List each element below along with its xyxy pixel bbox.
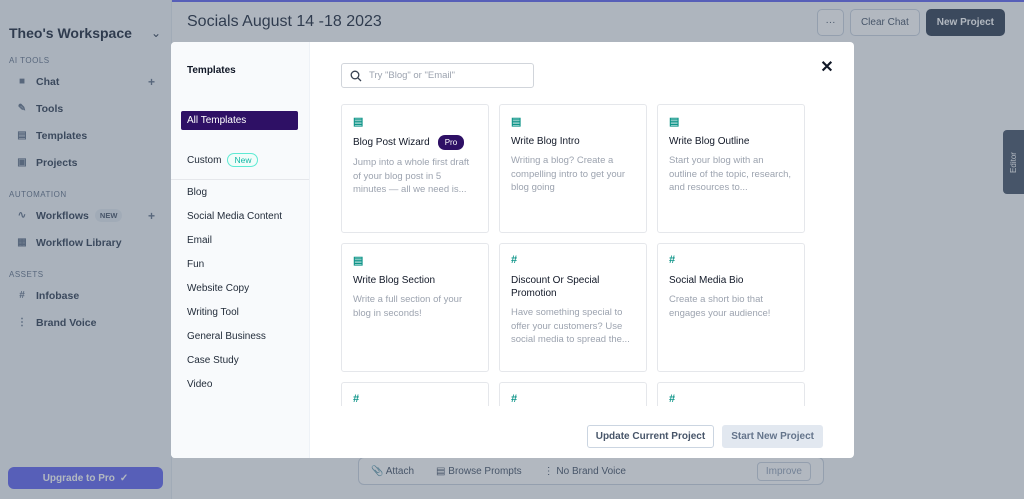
category-website-copy[interactable]: Website Copy	[171, 276, 309, 300]
category-list: Blog Social Media Content Email Fun Webs…	[171, 180, 309, 396]
close-icon[interactable]: ✕	[820, 59, 834, 76]
card-title: Write Blog Intro	[511, 136, 580, 147]
template-card[interactable]: ▤ Write Blog Section Write a full sectio…	[341, 243, 489, 372]
template-card[interactable]: #	[499, 382, 647, 406]
card-title: Discount Or Special Promotion	[511, 275, 600, 299]
category-email[interactable]: Email	[171, 228, 309, 252]
template-card[interactable]: ▤ Blog Post Wizard Pro Jump into a whole …	[341, 104, 489, 233]
card-title: Write Blog Section	[353, 275, 436, 286]
category-label: Custom	[187, 154, 222, 166]
card-description: Start your blog with an outline of the t…	[669, 155, 791, 193]
category-video[interactable]: Video	[171, 372, 309, 396]
card-description: Jump into a whole first draft of your bl…	[353, 157, 470, 195]
document-icon: ▤	[669, 116, 680, 128]
card-description: Write a full section of your blog in sec…	[353, 294, 463, 319]
category-all-templates[interactable]: All Templates	[181, 111, 298, 130]
update-current-project-button[interactable]: Update Current Project	[586, 425, 715, 448]
document-icon: ▤	[511, 116, 522, 128]
card-description: Create a short bio that engages your aud…	[669, 294, 771, 319]
template-card[interactable]: ▤ Write Blog Outline Start your blog wit…	[657, 104, 805, 233]
card-title: Social Media Bio	[669, 275, 744, 286]
category-fun[interactable]: Fun	[171, 252, 309, 276]
category-custom[interactable]: Custom New	[171, 148, 309, 172]
search-icon	[350, 70, 362, 81]
template-card[interactable]: # Social Media Bio Create a short bio th…	[657, 243, 805, 372]
template-card[interactable]: # Discount Or Special Promotion Have som…	[499, 243, 647, 372]
category-social-media-content[interactable]: Social Media Content	[171, 204, 309, 228]
hash-icon: #	[511, 393, 518, 405]
card-title: Write Blog Outline	[669, 136, 750, 147]
hash-icon: #	[669, 254, 676, 266]
card-description: Have something special to offer your cus…	[511, 307, 630, 345]
new-badge: New	[227, 153, 259, 167]
category-blog[interactable]: Blog	[171, 180, 309, 204]
modal-footer: Update Current Project Start New Project	[586, 425, 823, 448]
template-grid-scroll[interactable]: ▤ Blog Post Wizard Pro Jump into a whole …	[341, 104, 821, 406]
document-icon: ▤	[353, 116, 364, 128]
hash-icon: #	[511, 254, 518, 266]
card-description: Writing a blog? Create a compelling intr…	[511, 155, 626, 193]
template-card[interactable]: ▤ Write Blog Intro Writing a blog? Creat…	[499, 104, 647, 233]
category-case-study[interactable]: Case Study	[171, 348, 309, 372]
template-grid: ▤ Blog Post Wizard Pro Jump into a whole …	[341, 104, 821, 406]
start-new-project-button[interactable]: Start New Project	[722, 425, 823, 448]
modal-sidebar: Templates All Templates Custom New Blog …	[171, 42, 310, 458]
card-title-text: Blog Post Wizard	[353, 137, 430, 148]
modal-main: ✕ ▤ Blog Post Wizard Pro Jump into a whol…	[310, 42, 854, 458]
template-search[interactable]	[341, 63, 534, 88]
pro-badge: Pro	[437, 135, 465, 150]
templates-modal: Templates All Templates Custom New Blog …	[171, 42, 854, 458]
card-title: Blog Post Wizard Pro	[353, 135, 477, 150]
hash-icon: #	[669, 393, 676, 405]
template-card[interactable]: #	[657, 382, 805, 406]
document-icon: ▤	[353, 255, 364, 267]
category-general-business[interactable]: General Business	[171, 324, 309, 348]
modal-title: Templates	[187, 65, 236, 76]
hash-icon: #	[353, 393, 360, 405]
template-card[interactable]: #	[341, 382, 489, 406]
category-writing-tool[interactable]: Writing Tool	[171, 300, 309, 324]
search-input[interactable]	[369, 70, 519, 81]
